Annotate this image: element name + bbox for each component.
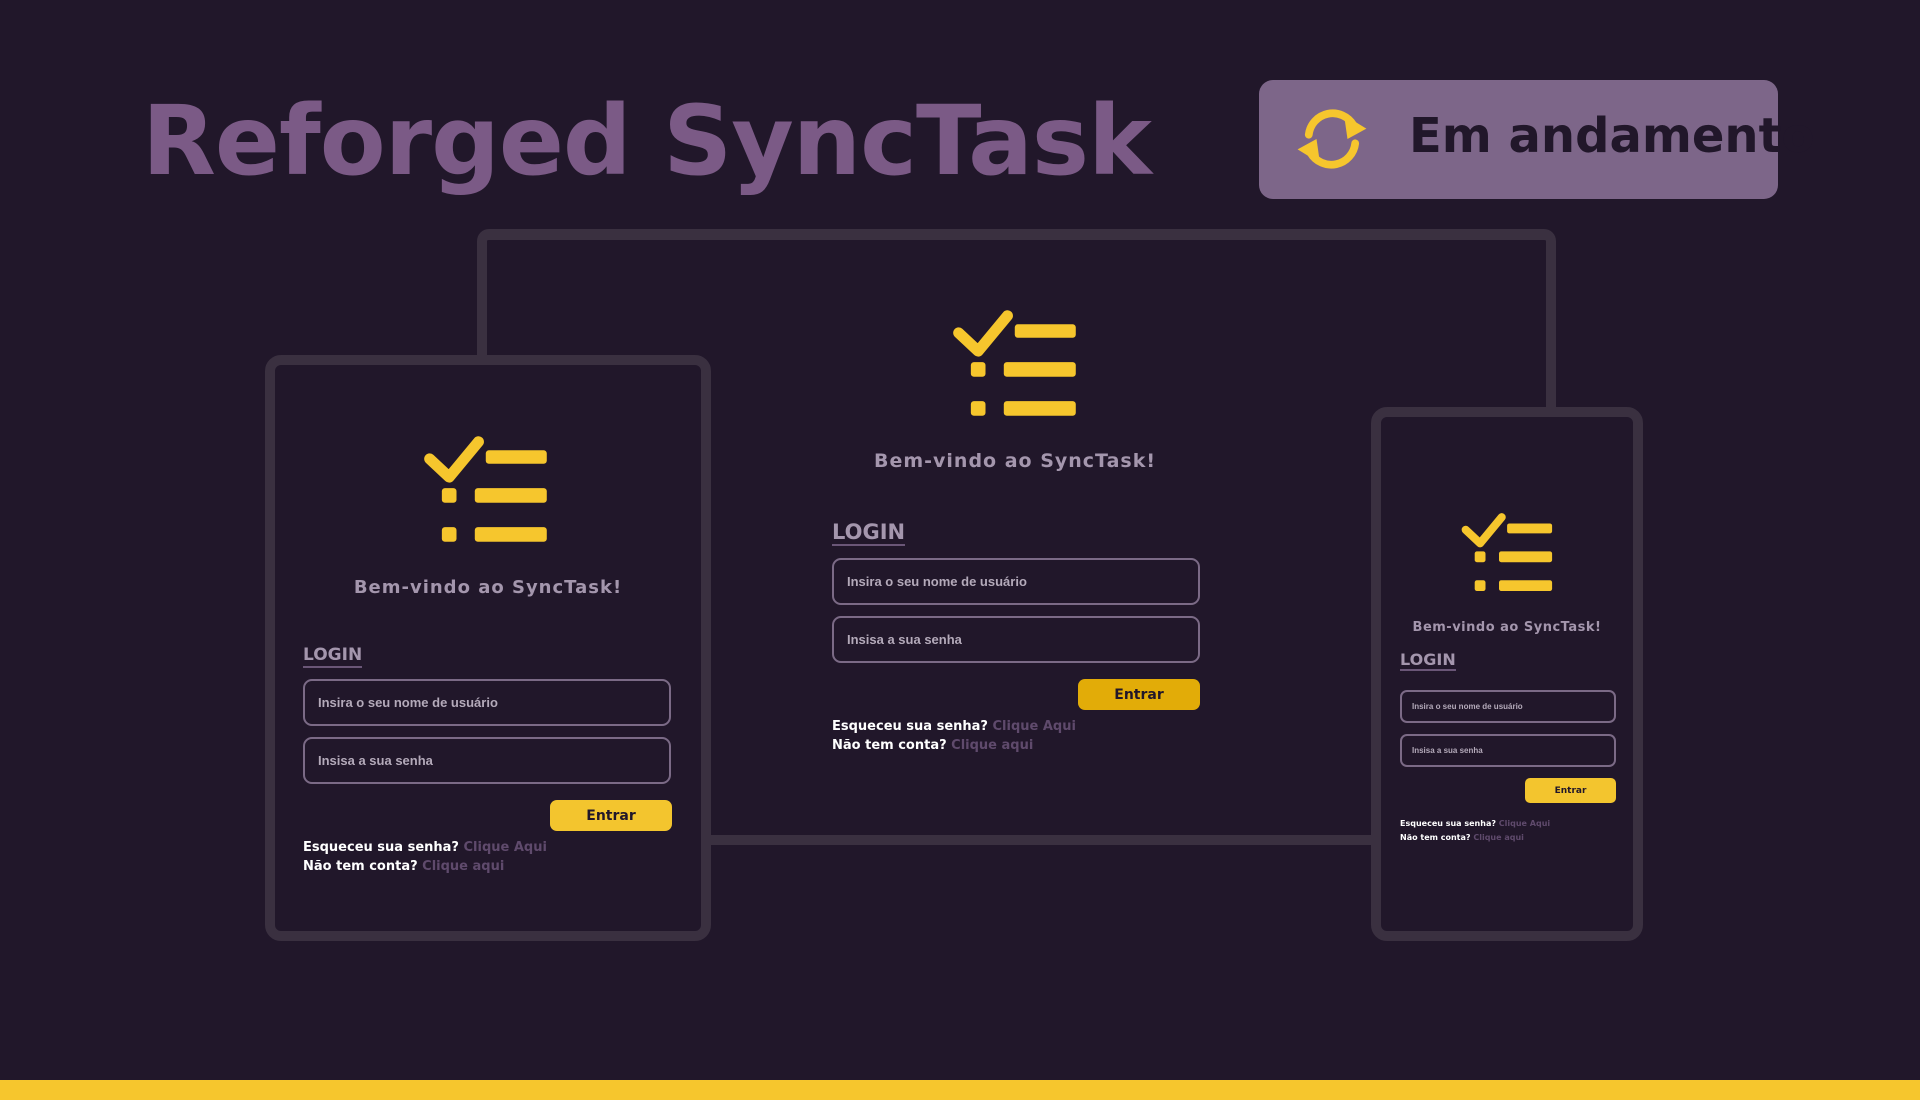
login-heading: LOGIN [1400,650,1456,672]
forgot-password-link[interactable]: Clique Aqui [993,719,1076,734]
status-badge: Em andamento [1259,80,1815,199]
signup-row: Não tem conta? Clique aqui [832,737,1076,756]
submit-button[interactable]: Entrar [1078,679,1200,710]
forgot-password-link[interactable]: Clique Aqui [464,840,547,855]
forgot-password-row: Esqueceu sua senha? Clique Aqui [1400,817,1550,831]
forgot-password-row: Esqueceu sua senha? Clique Aqui [303,839,547,858]
username-input[interactable] [1400,690,1616,723]
login-heading: LOGIN [832,520,906,547]
checklist-icon [424,436,547,542]
password-input[interactable] [1400,734,1616,767]
password-input[interactable] [303,737,671,784]
signup-text: Não tem conta? [1400,833,1471,843]
submit-button[interactable]: Entrar [1525,778,1616,803]
help-links: Esqueceu sua senha? Clique Aqui Não tem … [303,839,547,877]
checklist-icon [1461,513,1553,591]
bottom-accent-bar [0,1080,1920,1100]
phone-frame [1371,407,1643,941]
forgot-password-text: Esqueceu sua senha? [832,719,988,734]
username-input[interactable] [832,558,1200,605]
forgot-password-row: Esqueceu sua senha? Clique Aqui [832,718,1076,737]
welcome-text: Bem-vindo ao SyncTask! [353,577,623,598]
username-input[interactable] [303,679,671,726]
welcome-text: Bem-vindo ao SyncTask! [873,450,1157,472]
page-title: Reforged SyncTask [142,85,1152,197]
forgot-password-text: Esqueceu sua senha? [303,840,459,855]
signup-text: Não tem conta? [832,737,947,753]
refresh-icon [1297,109,1367,169]
signup-link[interactable]: Clique aqui [951,738,1033,753]
signup-row: Não tem conta? Clique aqui [303,858,547,877]
help-links: Esqueceu sua senha? Clique Aqui Não tem … [1400,817,1550,846]
forgot-password-link[interactable]: Clique Aqui [1499,819,1550,828]
checklist-icon [953,310,1076,416]
password-input[interactable] [832,616,1200,663]
signup-link[interactable]: Clique aqui [1473,833,1524,842]
help-links: Esqueceu sua senha? Clique Aqui Não tem … [832,718,1076,756]
submit-button[interactable]: Entrar [550,800,672,831]
signup-link[interactable]: Clique aqui [422,859,504,874]
signup-text: Não tem conta? [303,858,418,874]
forgot-password-text: Esqueceu sua senha? [1400,819,1496,828]
signup-row: Não tem conta? Clique aqui [1400,831,1550,845]
status-label: Em andamento [1409,108,1815,164]
welcome-text: Bem-vindo ao SyncTask! [1412,620,1602,635]
login-heading: LOGIN [303,645,363,668]
